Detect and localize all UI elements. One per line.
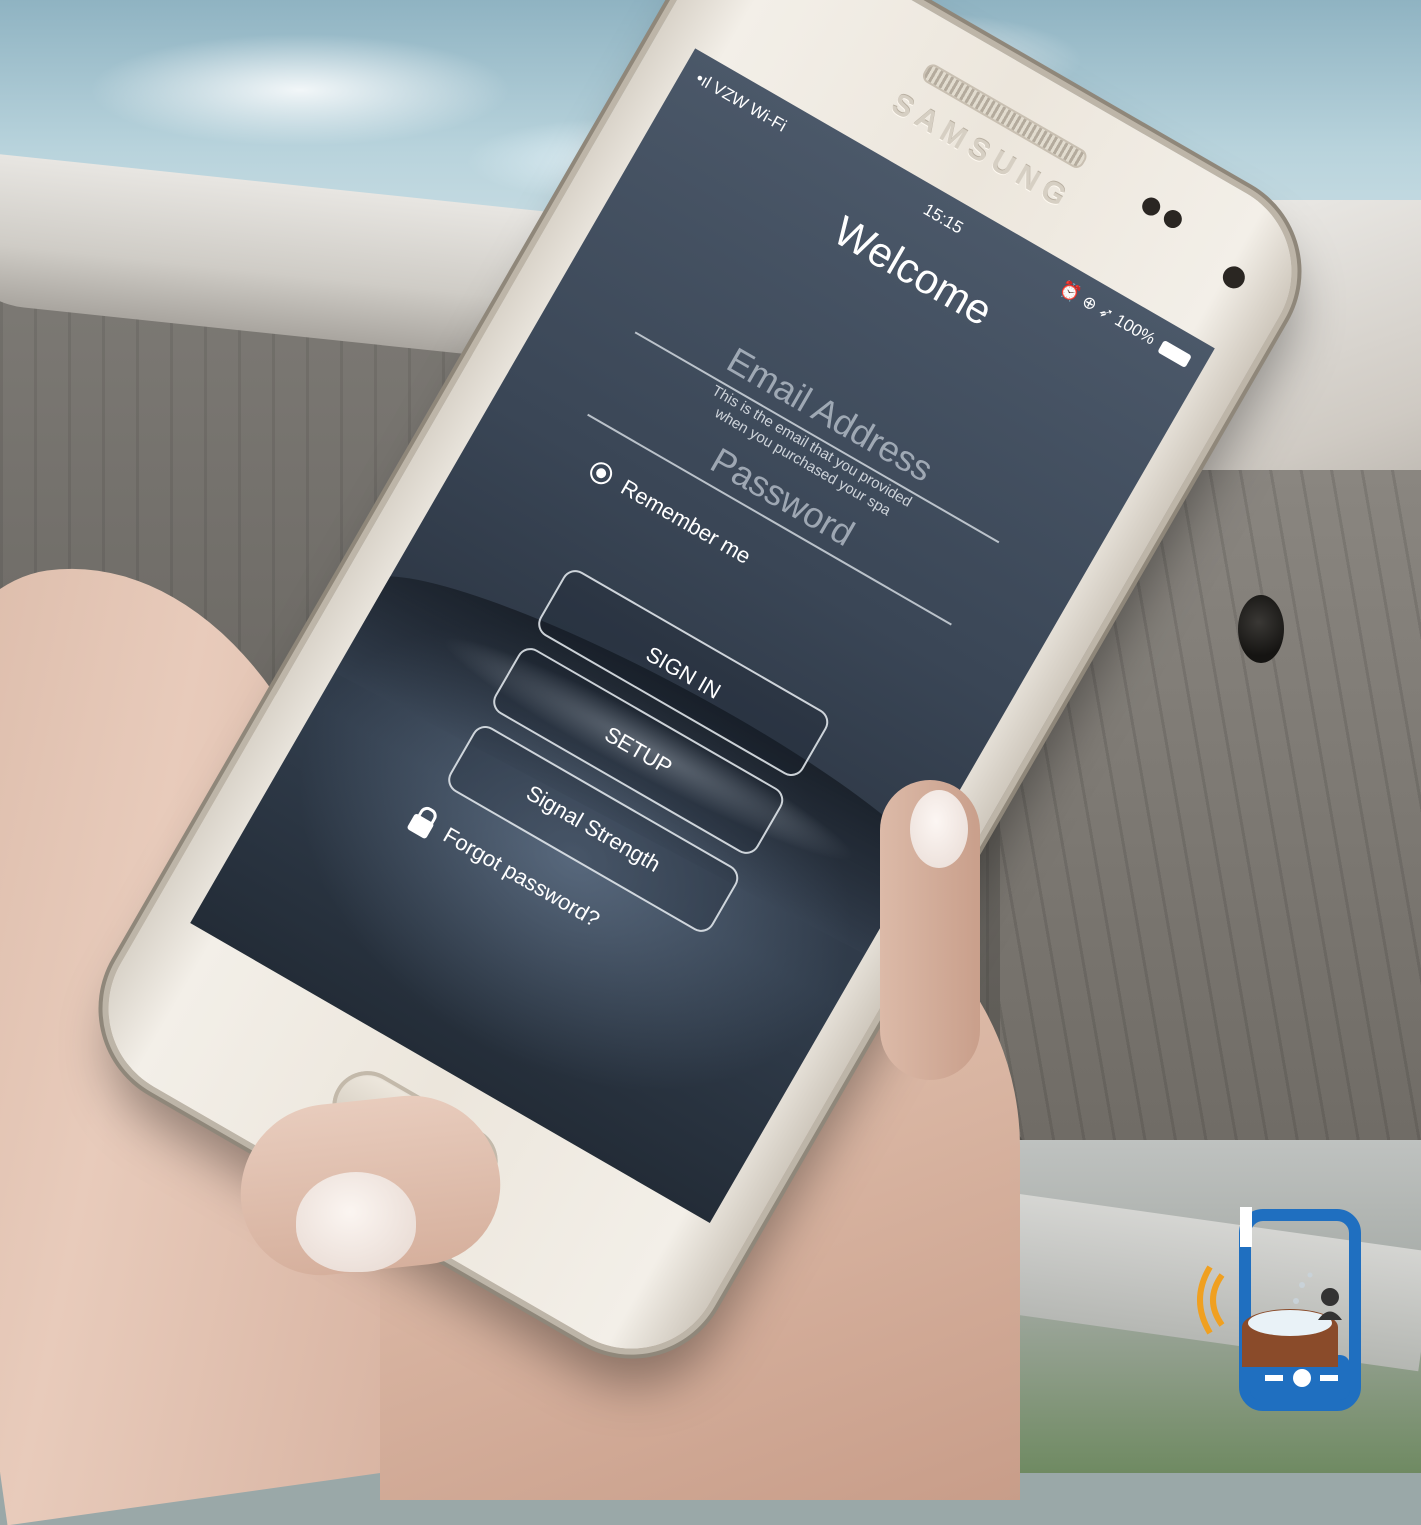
hot-tub-jet [1238, 595, 1284, 663]
sensor-dot [1160, 206, 1186, 232]
sensor-dot [1138, 194, 1164, 219]
battery-icon [1157, 339, 1193, 368]
thumb-nail [296, 1172, 416, 1272]
front-camera [1218, 262, 1249, 293]
spa-app-logo-icon [1197, 1207, 1361, 1411]
remember-radio-icon[interactable] [586, 458, 617, 489]
finger-nail [910, 790, 968, 868]
lock-icon [406, 812, 435, 840]
